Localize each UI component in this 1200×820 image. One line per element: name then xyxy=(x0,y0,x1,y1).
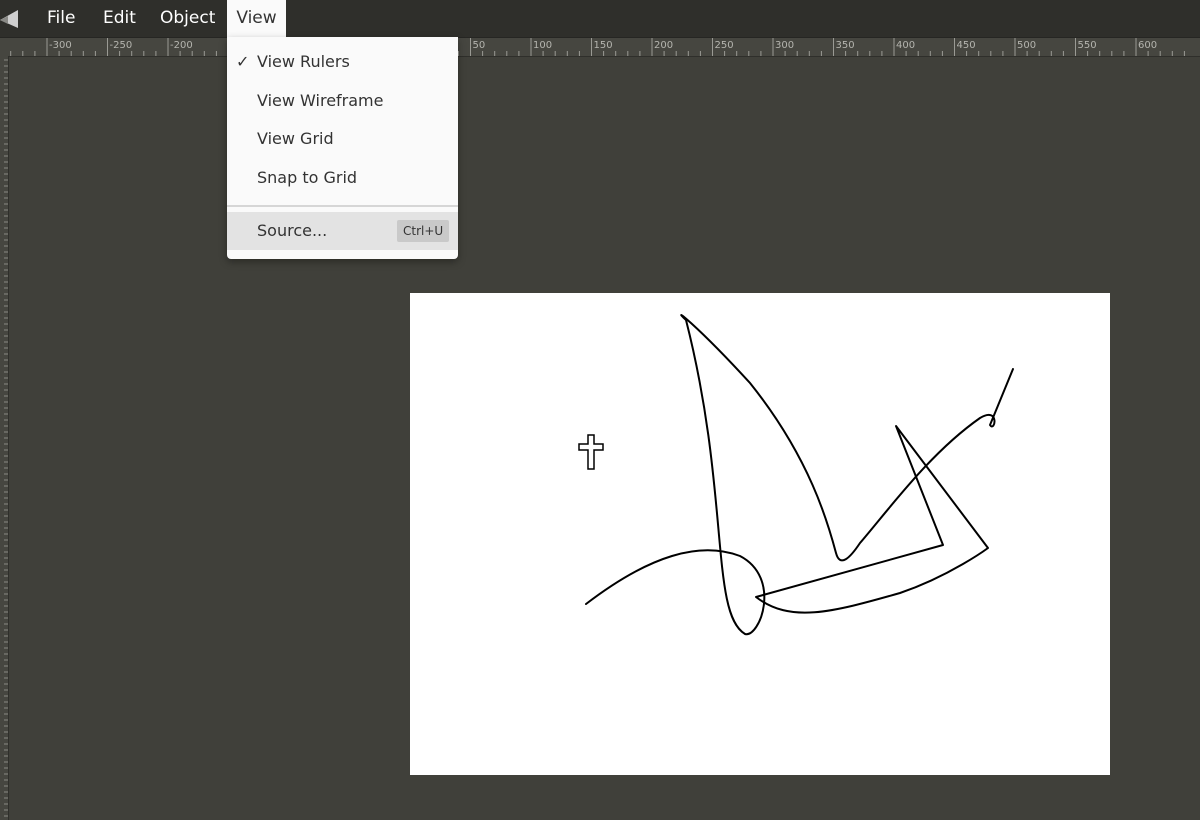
menu-object[interactable]: Object xyxy=(160,0,215,37)
drawing-canvas[interactable] xyxy=(410,293,1110,775)
ruler-tick-label: 150 xyxy=(594,40,613,51)
ruler-tick-label: 550 xyxy=(1078,40,1097,51)
menu-edit[interactable]: Edit xyxy=(103,0,136,37)
view-dropdown-menu: ✓ View Rulers View Wireframe View Grid S… xyxy=(227,37,458,259)
drawing-artwork[interactable] xyxy=(410,293,1110,775)
ruler-tick-label: -300 xyxy=(49,40,72,51)
menu-separator xyxy=(227,205,458,207)
menu-item-source[interactable]: Source... Ctrl+U xyxy=(227,212,458,250)
ruler-tick-label: 600 xyxy=(1138,40,1157,51)
menu-item-label: View Rulers xyxy=(257,52,350,71)
menu-file[interactable]: File xyxy=(47,0,75,37)
ruler-tick-label: -250 xyxy=(110,40,133,51)
menu-view[interactable]: View xyxy=(227,0,286,38)
ruler-tick-label: -200 xyxy=(170,40,193,51)
editor-logo-icon[interactable] xyxy=(0,10,18,28)
keyboard-shortcut-badge: Ctrl+U xyxy=(397,220,450,242)
menu-item-label: Source... xyxy=(257,221,328,240)
ruler-tick-label: 100 xyxy=(533,40,552,51)
menu-item-snap-to-grid[interactable]: Snap to Grid xyxy=(227,159,458,197)
menu-item-view-grid[interactable]: View Grid xyxy=(227,120,458,158)
horizontal-ruler: -300 -250 -200 50 100 150 200 250 300 350 400 450 50… xyxy=(0,38,1200,57)
ruler-tick-label: 250 xyxy=(715,40,734,51)
ruler-tick-label: 350 xyxy=(836,40,855,51)
ruler-tick-label: 400 xyxy=(896,40,915,51)
checkmark-icon: ✓ xyxy=(236,52,250,71)
crosshair-cursor-icon xyxy=(578,434,604,470)
menu-item-view-wireframe[interactable]: View Wireframe xyxy=(227,82,458,120)
polyline-path xyxy=(755,425,989,614)
ruler-tick-label: 200 xyxy=(654,40,673,51)
vertical-ruler xyxy=(0,56,9,820)
ruler-tick-label: 500 xyxy=(1017,40,1036,51)
ruler-tick-label: 50 xyxy=(473,40,486,51)
menu-item-label: View Wireframe xyxy=(257,91,384,110)
menu-item-view-rulers[interactable]: ✓ View Rulers xyxy=(227,43,458,81)
menu-item-label: View Grid xyxy=(257,129,334,148)
ruler-tick-label: 450 xyxy=(957,40,976,51)
curved-path xyxy=(585,314,1014,636)
ruler-tick-label: 300 xyxy=(775,40,794,51)
menu-item-label: Snap to Grid xyxy=(257,168,358,187)
menu-bar: File Edit Object View xyxy=(0,0,1200,38)
